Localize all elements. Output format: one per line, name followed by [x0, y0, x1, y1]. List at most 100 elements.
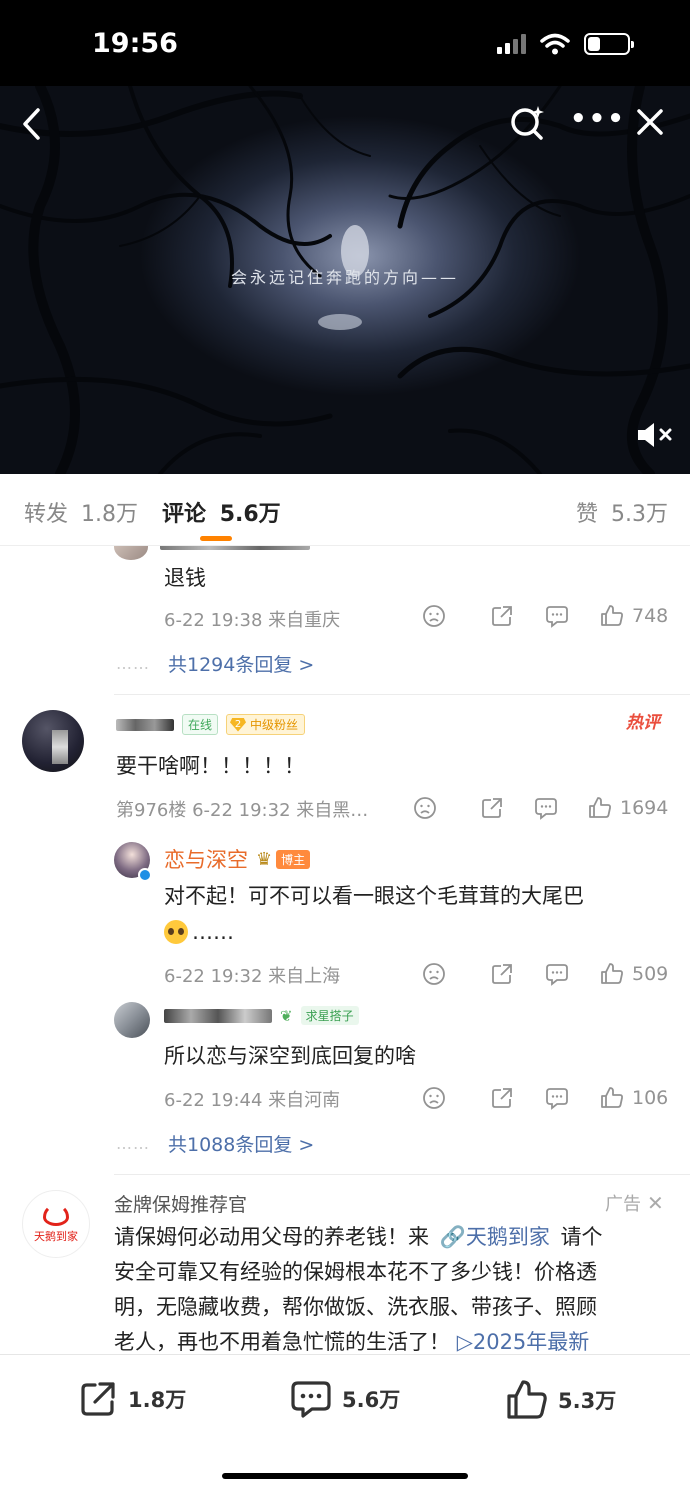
reply-header: ❦ 求星搭子 — [164, 1006, 359, 1025]
link-icon: 🔗 — [439, 1225, 466, 1249]
status-icons — [497, 33, 634, 55]
battery-icon — [584, 33, 634, 55]
ad-link[interactable]: 🔗天鹅到家 — [440, 1225, 550, 1249]
ad-line-3: 明，无隐藏收费，帮你做饭、洗衣服、带孩子、照顾 — [114, 1295, 597, 1319]
avatar[interactable] — [114, 1002, 150, 1038]
share-button[interactable] — [490, 1086, 514, 1110]
ad-logo[interactable]: 天鹅到家 — [22, 1190, 90, 1258]
dots-icon: …… — [116, 654, 150, 673]
ad-text: 请保姆何必动用父母的养老钱！来 — [114, 1225, 429, 1249]
like-count: 1694 — [620, 797, 669, 819]
diamond-icon: 2 — [230, 717, 247, 732]
reply-meta: 6-22 19:32 来自上海 — [164, 966, 341, 987]
comment-button[interactable]: 5.6万 — [290, 1379, 400, 1419]
dislike-button[interactable] — [422, 604, 446, 628]
divider — [114, 694, 690, 695]
hot-comment-badge: 热评 — [626, 713, 660, 733]
username-cropped — [160, 546, 310, 550]
username-blurred[interactable] — [164, 1008, 272, 1023]
comment-list: 退钱 6-22 19:38 来自重庆 748 …… 共1294条回复 > 在线 … — [0, 546, 690, 1354]
avatar[interactable] — [114, 546, 148, 560]
mute-icon[interactable] — [636, 420, 676, 450]
bottom-action-bar: 1.8万 5.6万 5.3万 — [0, 1354, 690, 1495]
tab-active-indicator — [200, 536, 232, 541]
like-button[interactable]: 1694 — [588, 796, 668, 820]
like-button[interactable]: 509 — [600, 962, 668, 986]
thumbs-up-icon — [601, 963, 623, 984]
tab-count: 1.8万 — [81, 502, 139, 527]
repost-icon — [81, 1382, 115, 1416]
thumbs-up-icon — [601, 605, 623, 626]
tab-likes[interactable]: 赞 5.3万 — [576, 496, 668, 528]
tab-reposts[interactable]: 转发 1.8万 — [24, 496, 138, 528]
blogger-username[interactable]: 恋与深空 — [164, 844, 248, 874]
comment-meta: 第976楼 6-22 19:32 来自黑… — [116, 800, 369, 821]
share-button[interactable] — [490, 604, 514, 628]
thumbs-up-icon — [589, 797, 611, 818]
tab-comments[interactable]: 评论 5.6万 — [162, 496, 281, 528]
back-arrow-icon[interactable] — [18, 106, 48, 142]
more-replies-link[interactable]: …… 共1088条回复 > — [116, 1130, 314, 1157]
sad-face-icon — [423, 1087, 445, 1109]
sad-face-icon — [423, 963, 445, 985]
ad-logo-text: 天鹅到家 — [34, 1230, 78, 1243]
tab-label: 转发 — [24, 502, 69, 527]
reply-button[interactable] — [534, 796, 558, 820]
comment-count: 5.6万 — [342, 1388, 401, 1412]
like-button[interactable]: 748 — [600, 604, 668, 628]
share-button[interactable] — [490, 962, 514, 986]
comment-text: 要干啥啊！！！！！ — [116, 754, 305, 778]
wifi-icon — [540, 33, 570, 55]
online-badge: 在线 — [182, 714, 219, 735]
share-icon — [492, 1088, 512, 1108]
thumbs-up-icon — [601, 1087, 623, 1108]
like-button[interactable]: 106 — [600, 1086, 668, 1110]
reply-button[interactable] — [545, 962, 569, 986]
comment-bubble-icon — [535, 798, 557, 820]
video-link[interactable]: ▷2025年最新 — [457, 1330, 590, 1354]
reply-button[interactable] — [545, 604, 569, 628]
comment-bubble-icon — [546, 964, 568, 986]
more-replies-label: 共1294条回复 > — [168, 654, 315, 676]
ad-line-1: 请保姆何必动用父母的养老钱！来 🔗天鹅到家 请个 — [114, 1220, 674, 1255]
dislike-button[interactable] — [422, 962, 446, 986]
leaf-icon: ❦ — [280, 1006, 293, 1025]
repost-button[interactable]: 1.8万 — [78, 1379, 186, 1419]
reply-button[interactable] — [545, 1086, 569, 1110]
like-count: 509 — [632, 963, 669, 985]
fan-badge-label: 中级粉丝 — [250, 718, 299, 732]
dislike-button[interactable] — [422, 1086, 446, 1110]
ad-title[interactable]: 金牌保姆推荐官 — [114, 1190, 247, 1217]
verified-icon — [138, 868, 152, 882]
comment-header: 在线 2 中级粉丝 — [116, 714, 306, 735]
thumbs-up-icon — [507, 1380, 547, 1419]
comment-icon — [291, 1381, 331, 1418]
home-indicator[interactable] — [222, 1473, 468, 1479]
post-tabs: 转发 1.8万 评论 5.6万 赞 5.3万 — [0, 474, 690, 546]
ad-body: 请保姆何必动用父母的养老钱！来 🔗天鹅到家 请个 安全可靠又有经验的保姆根本花不… — [114, 1220, 674, 1354]
like-button[interactable]: 5.3万 — [506, 1379, 616, 1421]
pleading-face-icon — [164, 920, 188, 944]
more-options-icon[interactable]: ••• — [570, 104, 626, 134]
close-icon: ✕ — [647, 1191, 664, 1215]
more-replies-label: 共1088条回复 > — [168, 1134, 315, 1156]
video-caption: 会永远记住奔跑的方向—— — [230, 268, 459, 287]
close-icon[interactable] — [636, 108, 664, 136]
reply-text: 所以恋与深空到底回复的啥 — [164, 1044, 416, 1068]
username-blurred[interactable] — [116, 718, 174, 731]
share-button[interactable] — [480, 796, 504, 820]
dislike-button[interactable] — [413, 796, 437, 820]
search-icon[interactable] — [508, 102, 548, 142]
repost-count: 1.8万 — [128, 1388, 187, 1412]
reply-text: 对不起！可不可以看一眼这个毛茸茸的大尾巴 — [164, 884, 584, 908]
avatar[interactable] — [22, 710, 84, 772]
comment-bubble-icon — [546, 606, 568, 628]
ad-tag[interactable]: 广告 ✕ — [605, 1190, 664, 1216]
user-tag-badge: 求星搭子 — [300, 1006, 359, 1025]
share-icon — [482, 798, 502, 818]
sad-face-icon — [414, 797, 436, 819]
video-player[interactable]: 会永远记住奔跑的方向—— ••• — [0, 86, 690, 474]
more-replies-link[interactable]: …… 共1294条回复 > — [116, 650, 314, 677]
share-icon — [492, 606, 512, 626]
fan-level-badge: 2 中级粉丝 — [226, 714, 306, 735]
